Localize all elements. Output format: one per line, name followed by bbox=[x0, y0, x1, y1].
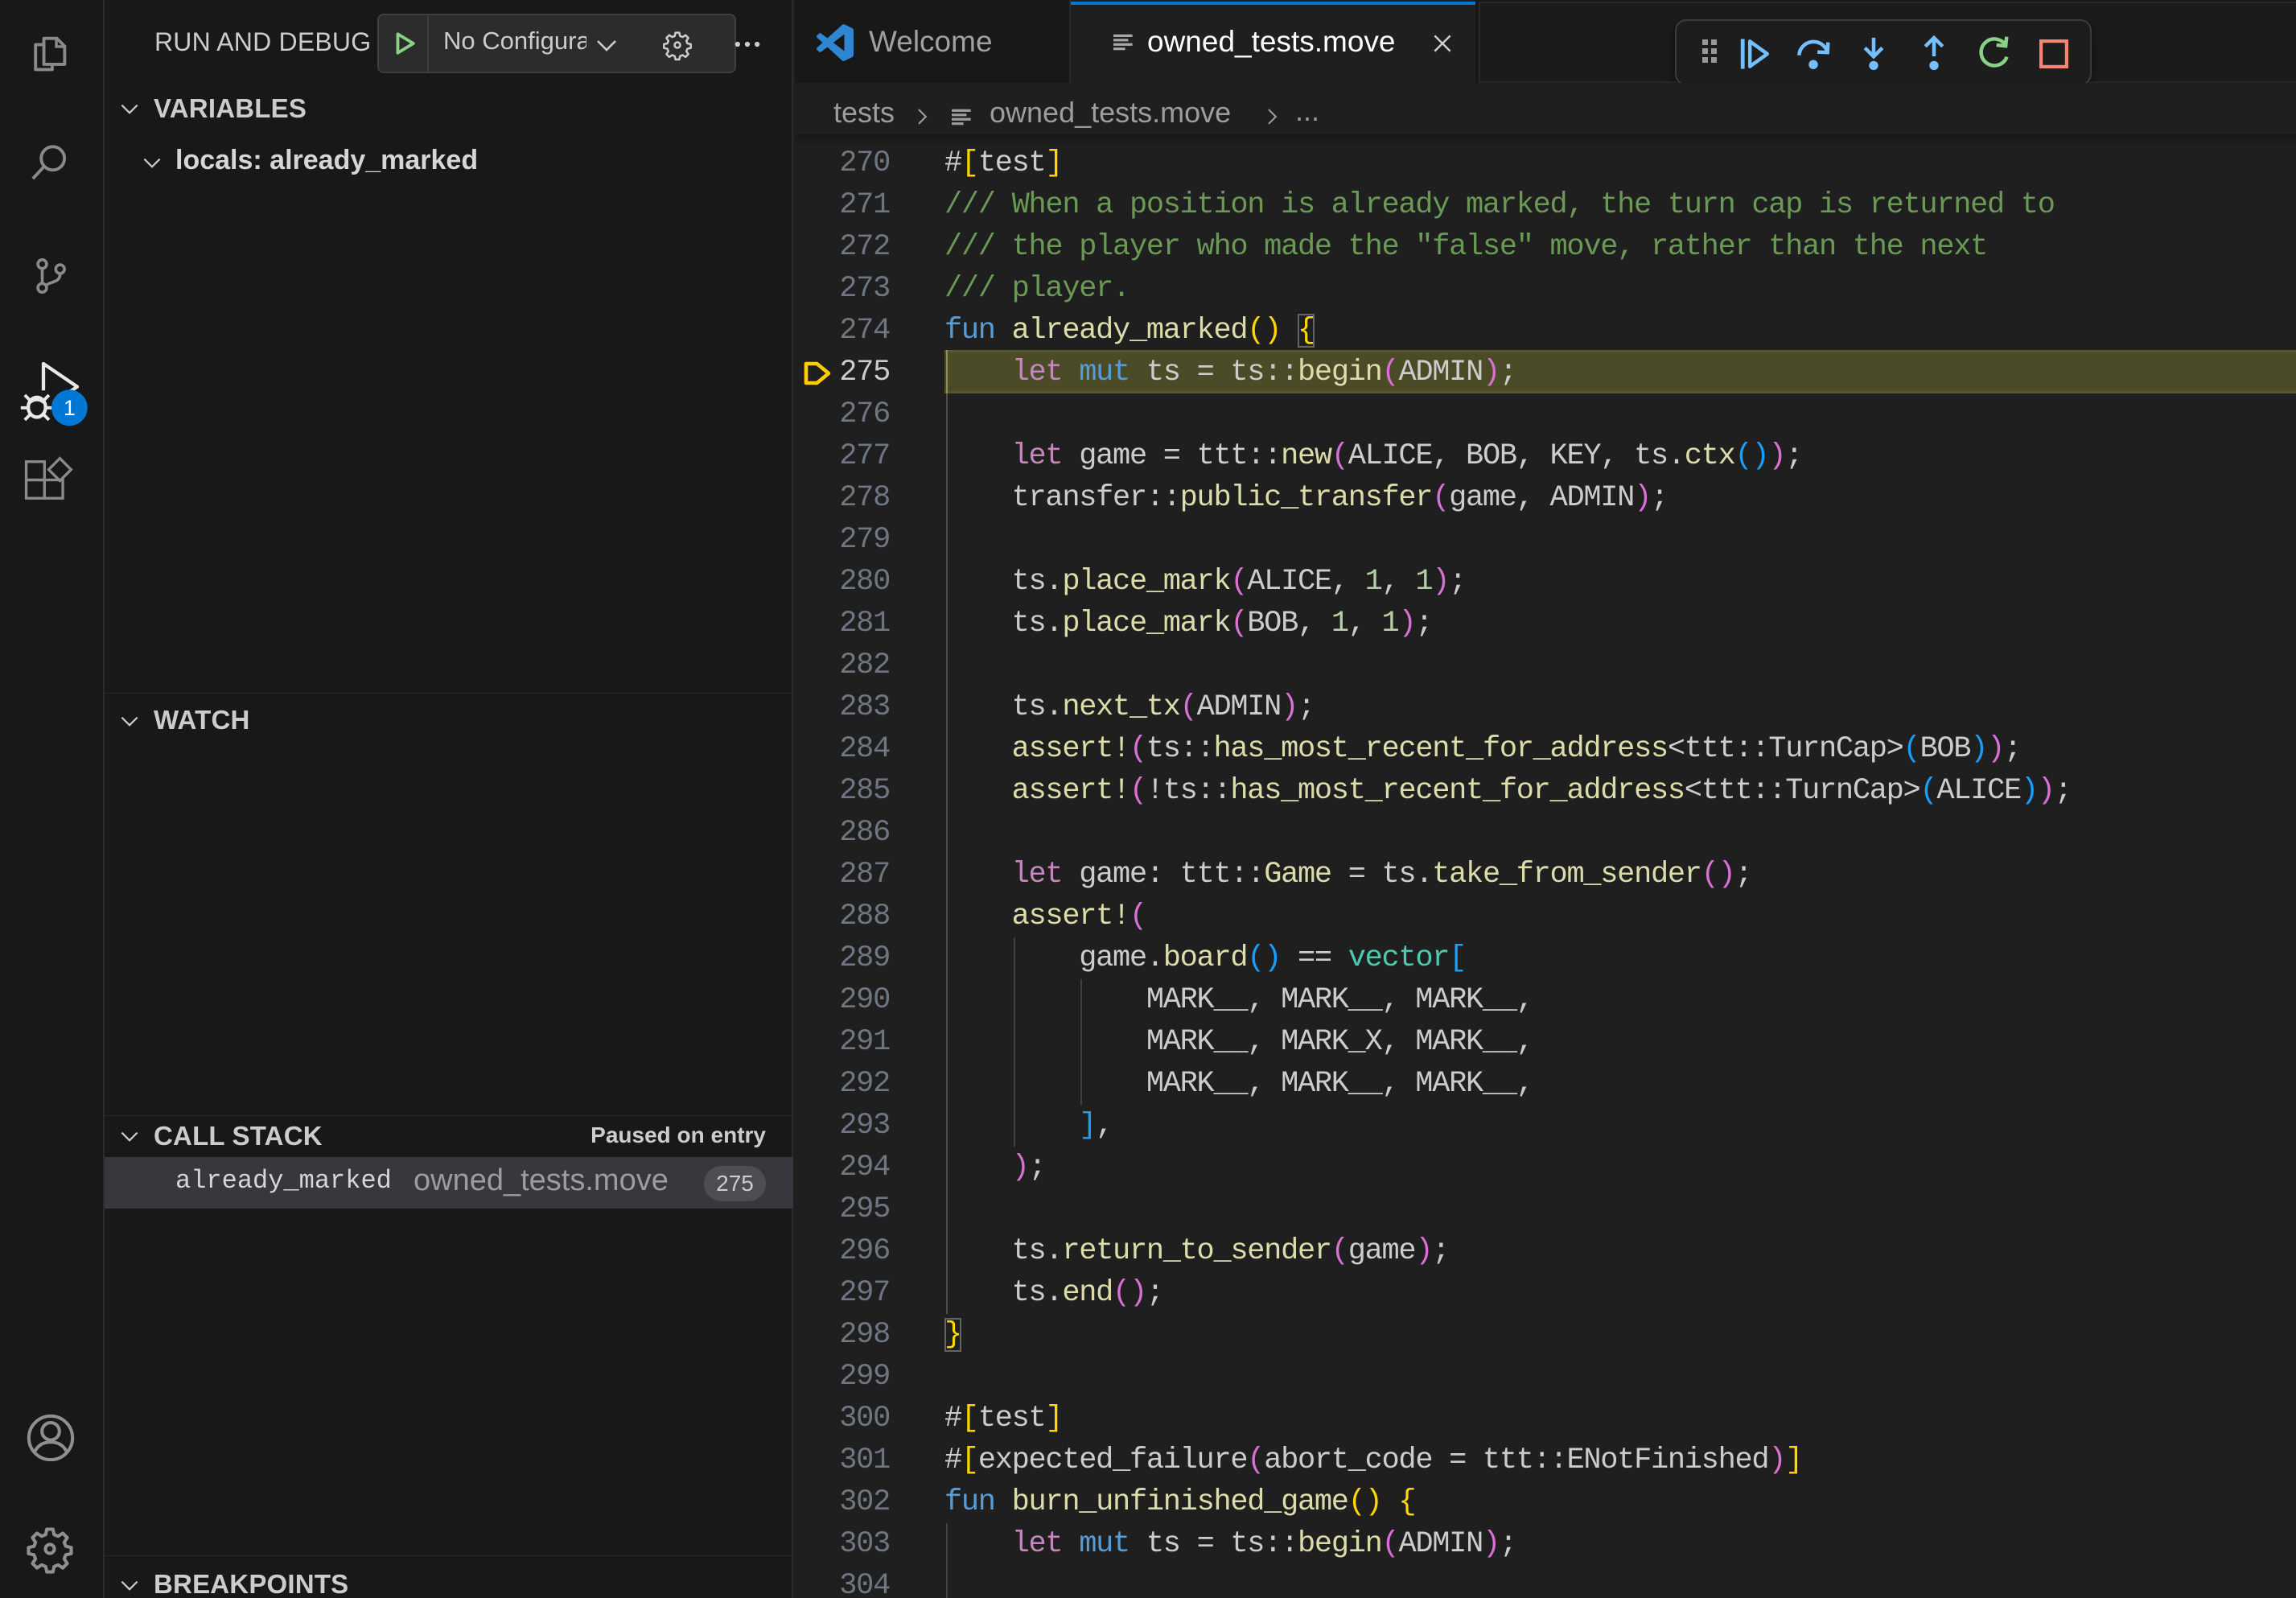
svg-text:1: 1 bbox=[64, 396, 76, 420]
